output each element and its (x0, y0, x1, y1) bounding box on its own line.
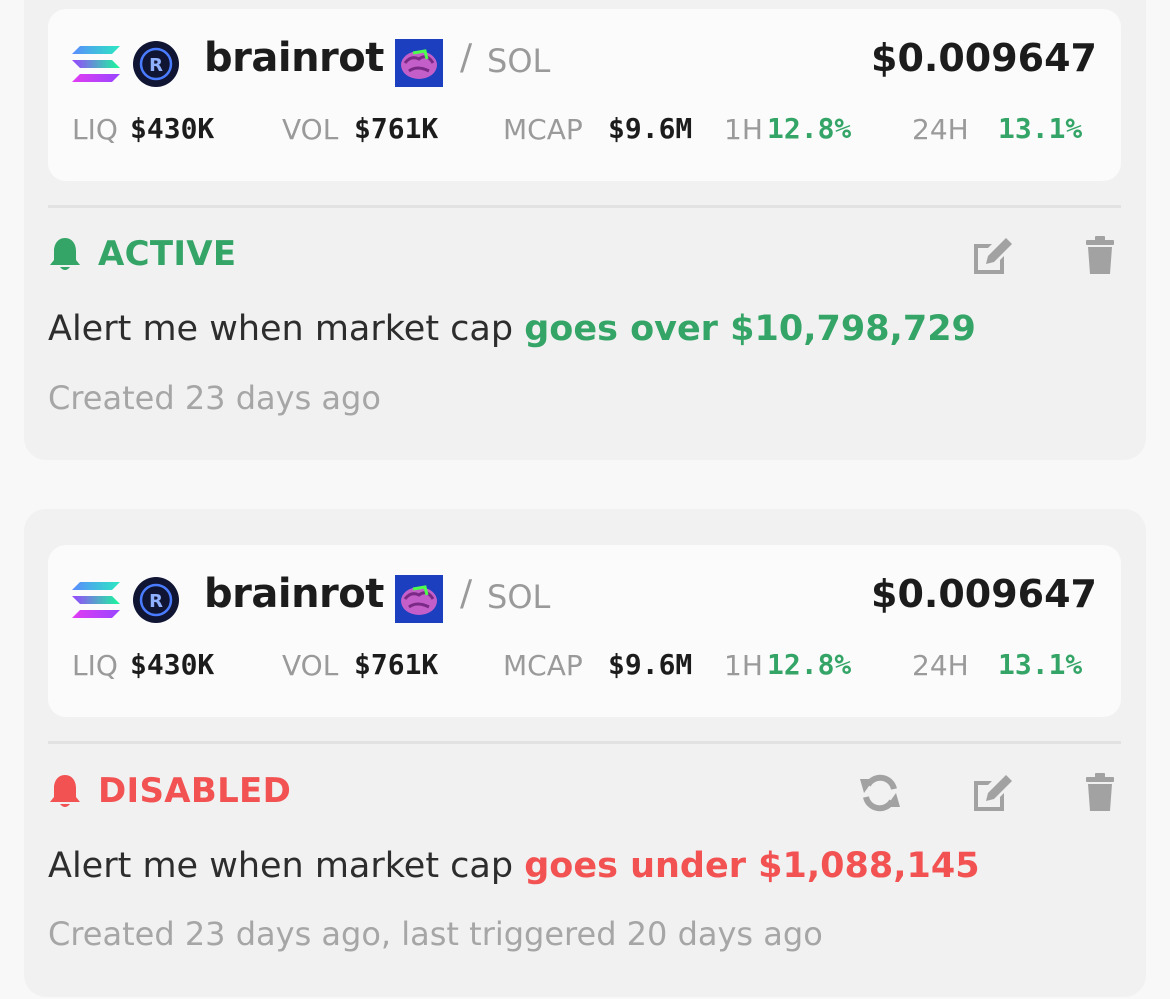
alert-condition: goes under $1,088,145 (524, 846, 980, 886)
mcap-label: MCAP (503, 113, 583, 146)
divider (48, 741, 1121, 744)
token-price: $0.009647 (871, 36, 1097, 80)
alert-description: Alert me when market cap goes over $10,7… (48, 309, 976, 349)
liq-value: $430K (130, 648, 215, 681)
bell-icon (50, 775, 80, 807)
pair-separator: / (460, 37, 473, 78)
mcap-value: $9.6M (608, 648, 693, 681)
change-1h-label: 1H (724, 113, 763, 146)
raydium-icon: R (133, 577, 179, 623)
token-pair-card[interactable]: R brainrot / SOL $0.009647 LIQ $430K VOL… (48, 9, 1121, 181)
vol-value: $761K (354, 112, 439, 145)
edit-icon[interactable] (970, 773, 1014, 813)
token-pair-card[interactable]: R brainrot / SOL $0.009647 LIQ $430K VOL… (48, 545, 1121, 717)
change-24h-value: 13.1% (998, 648, 1083, 681)
svg-text:R: R (149, 55, 163, 76)
alert-card: R brainrot / SOL $0.009647 LIQ $430K VOL… (24, 0, 1146, 460)
trash-icon[interactable] (1078, 773, 1122, 813)
alert-description: Alert me when market cap goes under $1,0… (48, 846, 980, 886)
mcap-value: $9.6M (608, 112, 693, 145)
alert-status: ACTIVE (48, 234, 236, 274)
change-1h-label: 1H (724, 649, 763, 682)
alert-prefix: Alert me when market cap (48, 846, 514, 886)
brain-token-image (395, 39, 443, 87)
vol-label: VOL (282, 649, 339, 682)
change-24h-label: 24H (912, 113, 969, 146)
raydium-icon: R (133, 41, 179, 87)
token-name: brainrot (204, 35, 384, 81)
vol-value: $761K (354, 648, 439, 681)
svg-text:R: R (149, 591, 163, 612)
status-label: DISABLED (98, 771, 292, 811)
alert-status: DISABLED (48, 771, 291, 811)
pair-separator: / (460, 573, 473, 614)
solana-icon (72, 46, 120, 82)
token-name: brainrot (204, 571, 384, 617)
change-1h-value: 12.8% (767, 648, 852, 681)
alert-condition: goes over $10,798,729 (524, 309, 976, 349)
liq-value: $430K (130, 112, 215, 145)
bell-icon (50, 238, 80, 270)
divider (48, 205, 1121, 208)
vol-label: VOL (282, 113, 339, 146)
change-24h-value: 13.1% (998, 112, 1083, 145)
refresh-icon[interactable] (858, 773, 902, 813)
alert-prefix: Alert me when market cap (48, 309, 514, 349)
change-1h-value: 12.8% (767, 112, 852, 145)
change-24h-label: 24H (912, 649, 969, 682)
edit-icon[interactable] (970, 236, 1014, 276)
created-timestamp: Created 23 days ago, last triggered 20 d… (48, 915, 823, 953)
liq-label: LIQ (72, 113, 118, 146)
liq-label: LIQ (72, 649, 118, 682)
pair-quote-token: SOL (487, 42, 551, 80)
status-label: ACTIVE (98, 234, 237, 274)
mcap-label: MCAP (503, 649, 583, 682)
solana-icon (72, 582, 120, 618)
brain-token-image (395, 575, 443, 623)
created-timestamp: Created 23 days ago (48, 379, 381, 417)
pair-quote-token: SOL (487, 578, 551, 616)
alert-card: R brainrot / SOL $0.009647 LIQ $430K VOL… (24, 509, 1146, 997)
token-price: $0.009647 (871, 572, 1097, 616)
trash-icon[interactable] (1078, 236, 1122, 276)
